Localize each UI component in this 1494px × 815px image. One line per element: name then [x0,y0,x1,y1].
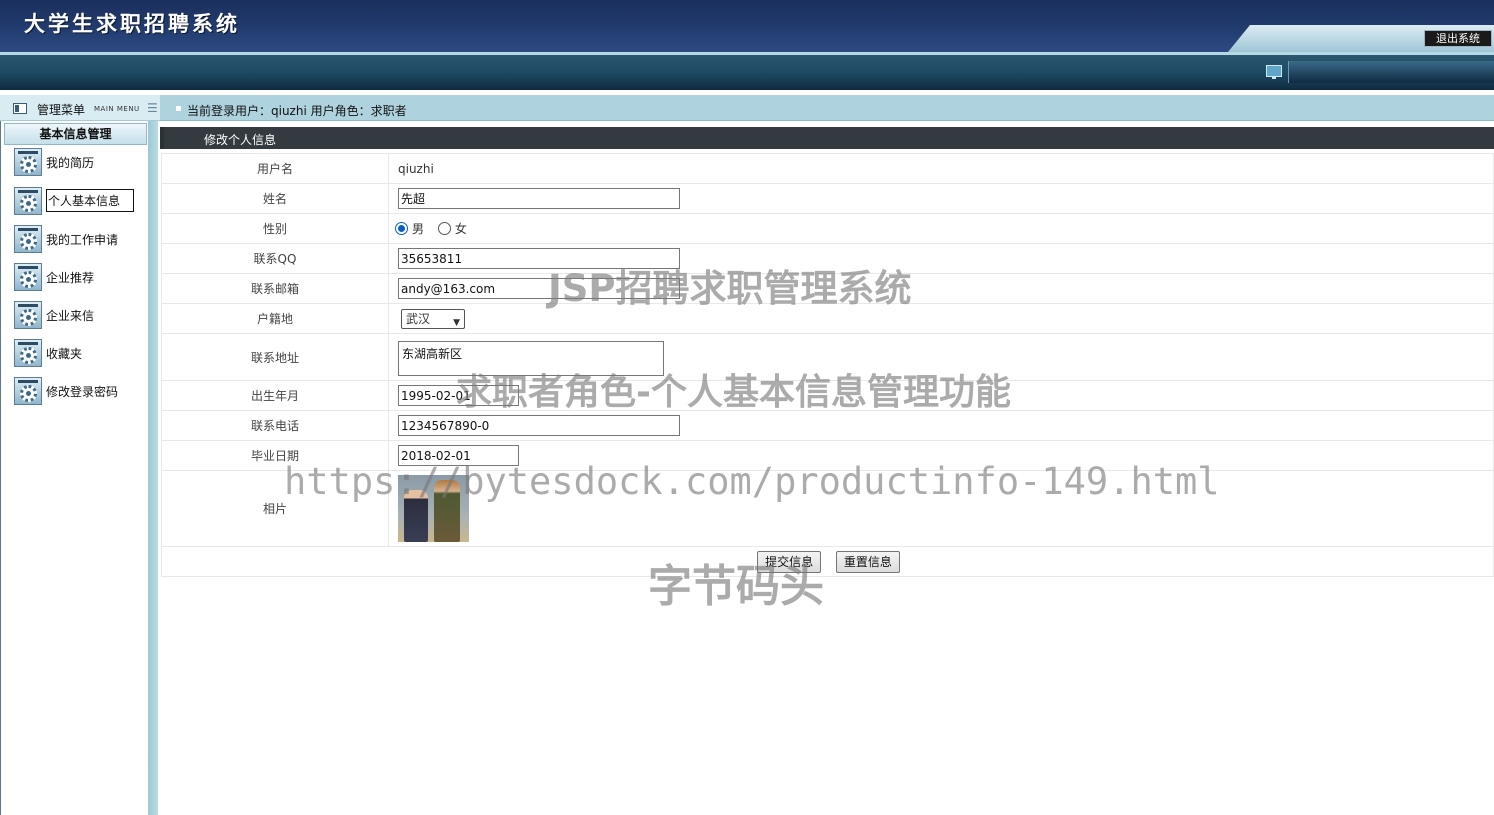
menu-subtitle: MAIN MENU [94,105,140,113]
sidebar-item-favorites[interactable]: 收藏夹 [14,339,140,369]
app-title: 大学生求职招聘系统 [24,11,240,36]
gender-male-radio[interactable] [395,222,408,235]
menu-toggle-icon[interactable]: ☰ [147,101,158,115]
sub-toolbar [0,55,1494,90]
email-field[interactable] [398,278,680,299]
monitor-icon[interactable] [1266,65,1282,79]
hometown-select[interactable]: 武汉 ▼ [401,308,465,329]
field-label: 性别 [161,213,389,244]
logout-button[interactable]: 退出系统 [1424,30,1492,47]
form-row: 姓名 [161,183,1494,214]
gear-icon [14,225,42,253]
bullet-icon [176,106,181,111]
sidebar-item-company-recommend[interactable]: 企业推荐 [14,263,140,293]
toolbar-strip [1288,61,1494,83]
form-row: 户籍地 武汉 ▼ [161,303,1494,334]
form-row: 用户名 qiuzhi [161,153,1494,184]
field-label: 毕业日期 [161,440,389,471]
menu-panel-icon [13,103,27,114]
gear-icon [14,339,42,367]
form-row: 联系电话 [161,410,1494,441]
gender-female-radio[interactable] [437,222,451,235]
address-textarea[interactable]: 东湖高新区 [398,340,664,376]
top-header: 大学生求职招聘系统 退出系统 [0,0,1494,52]
profile-form: 用户名 qiuzhi 姓名 性别 男 女 联系QQ 联系邮箱 户籍地 武汉 ▼ … [161,153,1494,577]
sidebar-item-my-resume[interactable]: 我的简历 [14,148,140,178]
submit-button[interactable]: 提交信息 [757,550,822,573]
field-label: 用户名 [161,153,389,184]
sidebar-item-my-applications[interactable]: 我的工作申请 [14,225,140,255]
sidebar-item-label: 个人基本信息 [46,189,134,212]
menu-header: 管理菜单 MAIN MENU ☰ [0,95,160,121]
field-label: 联系邮箱 [161,273,389,304]
form-row: 毕业日期 [161,440,1494,471]
name-input[interactable] [398,188,680,209]
chevron-down-icon: ▼ [453,317,460,328]
sidebar-border [0,121,1,815]
birth-date-input[interactable] [398,385,519,406]
form-row: 出生年月 [161,380,1494,411]
panel-header: 修改个人信息 [160,127,1494,149]
qq-input[interactable] [398,248,680,269]
form-row: 相片 [161,470,1494,547]
form-row: 联系邮箱 [161,273,1494,304]
gear-icon [14,301,42,329]
radio-label: 女 [454,222,467,236]
sidebar-item-label: 修改登录密码 [46,385,119,399]
sidebar-item-change-password[interactable]: 修改登录密码 [14,377,140,407]
form-row: 联系QQ [161,243,1494,274]
photo-figure [434,480,460,542]
form-actions-row: 提交信息 重置信息 [161,546,1494,577]
sidebar-item-label: 我的简历 [46,156,95,170]
field-label: 相片 [161,470,389,547]
gear-icon [14,148,42,176]
page-title: 修改个人信息 [204,133,277,147]
field-label: 联系QQ [161,243,389,274]
sidebar-item-label: 我的工作申请 [46,233,119,247]
current-user-info: 当前登录用户：qiuzhi 用户角色：求职者 [187,104,407,118]
profile-photo [398,475,469,542]
select-value: 武汉 [406,311,431,326]
sidebar-rail [148,121,158,815]
sidebar-item-label: 企业推荐 [46,271,95,285]
sidebar-item-company-letters[interactable]: 企业来信 [14,301,140,331]
graduation-date-input[interactable] [398,445,519,466]
radio-label: 男 [412,222,425,236]
sidebar-item-personal-info[interactable]: 个人基本信息 [14,187,140,217]
sidebar-item-label: 收藏夹 [46,347,83,361]
field-label: 出生年月 [161,380,389,411]
sidebar-item-label: 企业来信 [46,309,95,323]
field-label: 户籍地 [161,303,389,334]
form-row: 性别 男 女 [161,213,1494,244]
form-row: 联系地址 东湖高新区 [161,333,1494,381]
gear-icon [14,263,42,291]
gear-icon [14,377,42,405]
phone-input[interactable] [398,415,680,436]
field-label: 联系电话 [161,410,389,441]
field-label: 姓名 [161,183,389,214]
reset-button[interactable]: 重置信息 [835,550,900,573]
menu-title: 管理菜单 [37,103,86,117]
photo-figure [404,490,428,542]
username-value: qiuzhi [388,153,1494,184]
field-label: 联系地址 [161,333,389,381]
location-bar: 当前登录用户：qiuzhi 用户角色：求职者 [160,95,1494,121]
gear-icon [14,187,42,215]
menu-group-title[interactable]: 基本信息管理 [4,123,147,145]
